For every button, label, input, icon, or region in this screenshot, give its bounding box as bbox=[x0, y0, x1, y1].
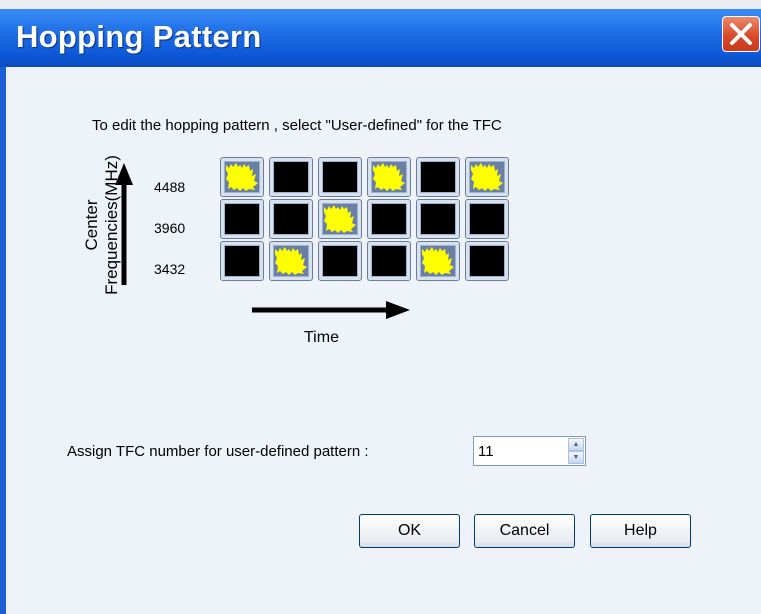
empty-slot bbox=[273, 203, 309, 235]
cancel-button[interactable]: Cancel bbox=[474, 514, 575, 548]
hopping-pattern-dialog: Hopping Pattern To edit the hopping patt… bbox=[0, 9, 761, 614]
tfc-label: Assign TFC number for user-defined patte… bbox=[67, 443, 369, 460]
close-icon bbox=[730, 23, 752, 45]
arrow-right-icon bbox=[252, 301, 410, 319]
pattern-cell-3960-slot6[interactable] bbox=[465, 199, 509, 239]
pattern-cell-4488-slot6[interactable] bbox=[465, 157, 509, 197]
pattern-cell-3960-slot4[interactable] bbox=[367, 199, 411, 239]
empty-slot bbox=[322, 161, 358, 193]
title-bar[interactable]: Hopping Pattern bbox=[0, 9, 761, 67]
empty-slot bbox=[322, 245, 358, 277]
ok-button[interactable]: OK bbox=[359, 514, 460, 548]
freq-label-4488: 4488 bbox=[154, 179, 186, 195]
arrow-up-icon bbox=[115, 163, 133, 285]
signal-burst-icon bbox=[371, 161, 407, 193]
dialog-content: To edit the hopping pattern , select "Us… bbox=[6, 67, 761, 614]
pattern-cell-3960-slot3[interactable] bbox=[318, 199, 362, 239]
y-axis-label-line1: Center bbox=[82, 199, 101, 251]
signal-burst-icon bbox=[420, 245, 456, 277]
pattern-cell-3432-slot4[interactable] bbox=[367, 241, 411, 281]
freq-label-3960: 3960 bbox=[154, 220, 186, 236]
pattern-cell-4488-slot5[interactable] bbox=[416, 157, 460, 197]
x-axis-label: Time bbox=[304, 329, 339, 346]
pattern-cell-3432-slot5[interactable] bbox=[416, 241, 460, 281]
spin-down-icon[interactable]: ▼ bbox=[568, 451, 584, 464]
pattern-cell-4488-slot4[interactable] bbox=[367, 157, 411, 197]
empty-slot bbox=[273, 161, 309, 193]
pattern-cell-3960-slot5[interactable] bbox=[416, 199, 460, 239]
empty-slot bbox=[469, 245, 505, 277]
pattern-cell-3432-slot3[interactable] bbox=[318, 241, 362, 281]
pattern-cell-4488-slot2[interactable] bbox=[269, 157, 313, 197]
pattern-cell-3432-slot1[interactable] bbox=[220, 241, 264, 281]
signal-burst-icon bbox=[322, 203, 358, 235]
pattern-cell-3960-slot2[interactable] bbox=[269, 199, 313, 239]
signal-burst-icon bbox=[273, 245, 309, 277]
instruction-text: To edit the hopping pattern , select "Us… bbox=[92, 117, 502, 134]
empty-slot bbox=[371, 245, 407, 277]
pattern-cell-3960-slot1[interactable] bbox=[220, 199, 264, 239]
spin-up-icon[interactable]: ▲ bbox=[568, 438, 584, 451]
freq-label-3432: 3432 bbox=[154, 261, 186, 277]
pattern-cell-3432-slot6[interactable] bbox=[465, 241, 509, 281]
spin-buttons: ▲ ▼ bbox=[568, 438, 584, 464]
help-button[interactable]: Help bbox=[590, 514, 691, 548]
signal-burst-icon bbox=[469, 161, 505, 193]
pattern-cell-3432-slot2[interactable] bbox=[269, 241, 313, 281]
tfc-number-spinbox[interactable]: 11 ▲ ▼ bbox=[473, 436, 586, 466]
pattern-cell-4488-slot1[interactable] bbox=[220, 157, 264, 197]
empty-slot bbox=[224, 203, 260, 235]
empty-slot bbox=[469, 203, 505, 235]
signal-burst-icon bbox=[224, 161, 260, 193]
close-button[interactable] bbox=[722, 16, 760, 52]
dialog-title: Hopping Pattern bbox=[16, 19, 262, 54]
empty-slot bbox=[420, 203, 456, 235]
empty-slot bbox=[371, 203, 407, 235]
empty-slot bbox=[420, 161, 456, 193]
pattern-cell-4488-slot3[interactable] bbox=[318, 157, 362, 197]
tfc-number-value[interactable]: 11 bbox=[478, 443, 494, 460]
empty-slot bbox=[224, 245, 260, 277]
